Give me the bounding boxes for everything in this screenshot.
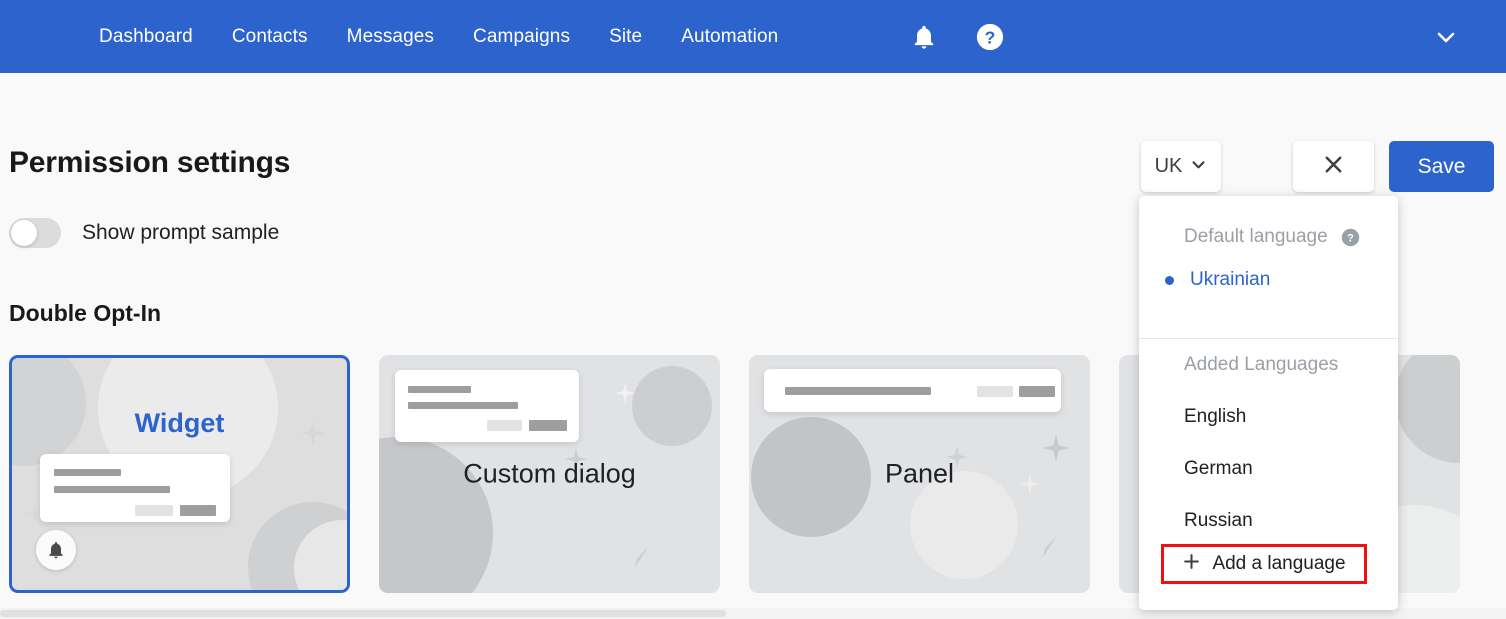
mock-text-bar (54, 469, 121, 476)
nav-link-dashboard[interactable]: Dashboard (99, 26, 193, 48)
mock-button-bar (1019, 386, 1055, 397)
mock-text-bar (408, 386, 471, 393)
dropdown-item-label: German (1184, 458, 1253, 479)
dropdown-item-english[interactable]: English (1139, 391, 1398, 443)
dropdown-item-label: English (1184, 406, 1247, 427)
bell-icon[interactable] (907, 20, 941, 54)
template-card-panel[interactable]: Panel (749, 355, 1090, 593)
dropdown-item-russian[interactable]: Russian (1139, 495, 1398, 547)
page-title: Permission settings (9, 146, 291, 179)
template-card-label: Widget (134, 408, 225, 438)
help-circle-icon[interactable]: ? (1341, 228, 1360, 247)
mock-button-bar (135, 505, 173, 516)
dropdown-item-label: Ukrainian (1190, 269, 1271, 290)
nav-link-automation[interactable]: Automation (681, 26, 778, 48)
template-card-label: Panel (884, 458, 955, 489)
mock-button-bar (487, 420, 522, 431)
decorative-blob (1395, 355, 1460, 463)
selected-bullet-icon (1165, 275, 1174, 285)
dropdown-default-language-label: Default language (1184, 226, 1328, 247)
chevron-down-icon (1190, 156, 1207, 178)
template-card-label: Custom dialog (463, 458, 636, 489)
nav-link-site[interactable]: Site (609, 26, 642, 48)
dropdown-added-languages-header: Added Languages (1139, 339, 1398, 391)
template-card-widget[interactable]: Widget (9, 355, 350, 593)
plus-icon (1182, 552, 1201, 576)
dropdown-item-german[interactable]: German (1139, 443, 1398, 495)
decorative-blob (632, 366, 712, 446)
nav-link-campaigns[interactable]: Campaigns (473, 26, 570, 48)
custom-dialog-mock (395, 370, 579, 442)
dropdown-item-label: Russian (1184, 510, 1253, 531)
nav-icon-group: ? (907, 20, 1007, 54)
section-title-double-opt-in: Double Opt-In (9, 300, 162, 326)
mock-text-bar (408, 402, 518, 409)
dropdown-default-language-header: Default language ? (1139, 220, 1398, 254)
svg-text:?: ? (1347, 232, 1354, 244)
show-prompt-sample-label: Show prompt sample (82, 221, 280, 244)
svg-text:?: ? (985, 27, 996, 47)
toggle-knob (11, 220, 37, 246)
nav-links: Dashboard Contacts Messages Campaigns Si… (99, 26, 778, 48)
nav-link-messages[interactable]: Messages (347, 26, 434, 48)
top-navigation-bar: Dashboard Contacts Messages Campaigns Si… (0, 0, 1506, 73)
mock-button-bar (180, 505, 216, 516)
dropdown-item-ukrainian[interactable]: Ukrainian (1139, 254, 1398, 306)
save-button-label: Save (1417, 154, 1466, 178)
comet-icon (627, 543, 653, 574)
template-card-custom-dialog[interactable]: Custom dialog (379, 355, 720, 593)
close-button[interactable] (1293, 141, 1374, 192)
close-icon (1322, 153, 1345, 181)
add-a-language-label: Add a language (1212, 553, 1346, 574)
widget-bell-badge (36, 530, 76, 570)
panel-dialog-mock (764, 369, 1061, 412)
chevron-down-icon[interactable] (1433, 24, 1459, 50)
sparkle-icon (614, 382, 636, 409)
language-selector-button[interactable]: UK (1141, 141, 1221, 192)
mock-button-bar (529, 420, 567, 431)
mock-text-bar (54, 486, 170, 493)
mock-text-bar (785, 387, 931, 395)
add-a-language-button[interactable]: Add a language (1161, 544, 1367, 584)
language-selector-label: UK (1154, 155, 1183, 177)
show-prompt-sample-toggle[interactable] (9, 218, 61, 248)
help-circle-icon[interactable]: ? (973, 20, 1007, 54)
nav-link-contacts[interactable]: Contacts (232, 26, 308, 48)
widget-dialog-mock (40, 454, 230, 522)
show-prompt-sample-row: Show prompt sample (9, 218, 279, 248)
sparkle-icon (1459, 503, 1460, 534)
save-button[interactable]: Save (1389, 141, 1494, 192)
mock-button-bar (977, 386, 1013, 397)
language-dropdown-menu: Default language ? Ukrainian Added Langu… (1139, 196, 1398, 610)
horizontal-scrollbar-thumb[interactable] (0, 610, 726, 617)
comet-icon (1035, 533, 1061, 564)
dropdown-added-languages-label: Added Languages (1184, 354, 1339, 375)
